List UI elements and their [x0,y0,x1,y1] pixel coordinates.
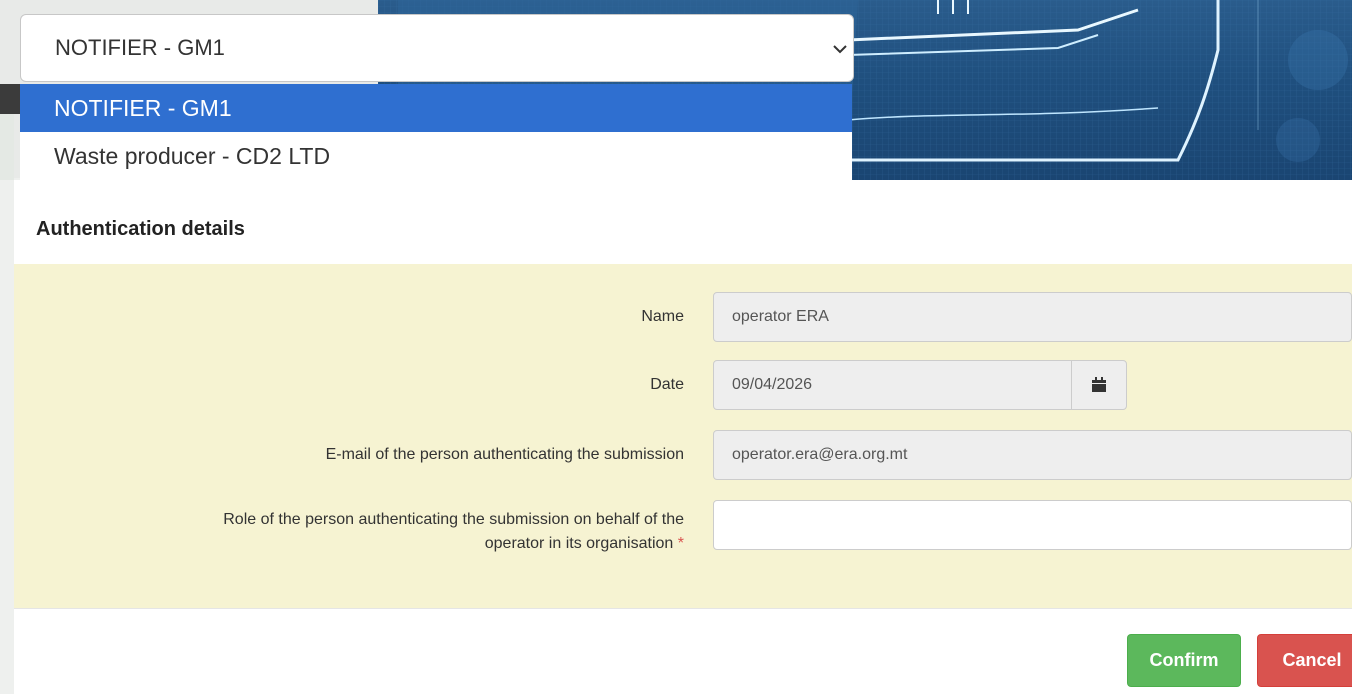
role-label: Role of the person authenticating the su… [64,508,684,556]
date-field[interactable]: 09/04/2026 [713,360,1072,410]
confirm-button[interactable]: Confirm [1127,634,1241,687]
role-select-dropdown: NOTIFIER - GM1 Waste producer - CD2 LTD [20,84,852,180]
name-field[interactable]: operator ERA [713,292,1352,342]
role-select[interactable]: NOTIFIER - GM1 [20,14,854,82]
footer-divider [14,608,1352,609]
dropdown-option-waste-producer[interactable]: Waste producer - CD2 LTD [20,132,852,180]
role-select-value: NOTIFIER - GM1 [55,35,225,60]
role-label-line1: Role of the person authenticating the su… [223,511,684,528]
panel-title: Authentication details [36,218,245,240]
authentication-panel: Authentication details Name operator ERA… [14,180,1352,694]
authentication-form: Name operator ERA Date 09/04/2026 E-mail… [14,264,1352,608]
role-input[interactable] [713,500,1352,550]
date-label: Date [650,376,684,393]
email-field[interactable]: operator.era@era.org.mt [713,430,1352,480]
dropdown-option-notifier-gm1[interactable]: NOTIFIER - GM1 [20,84,852,132]
role-label-line2: operator in its organisation [484,535,674,552]
name-label: Name [641,308,684,325]
date-picker-button[interactable] [1071,360,1127,410]
cancel-button[interactable]: Cancel [1257,634,1352,687]
role-label-line2-wrap: operator in its organisation * [64,532,684,556]
background-strip [0,114,14,180]
required-marker: * [677,535,684,552]
email-label: E-mail of the person authenticating the … [325,446,684,463]
chevron-down-icon [833,45,847,54]
calendar-icon [1092,377,1106,392]
background-edge [0,84,22,114]
